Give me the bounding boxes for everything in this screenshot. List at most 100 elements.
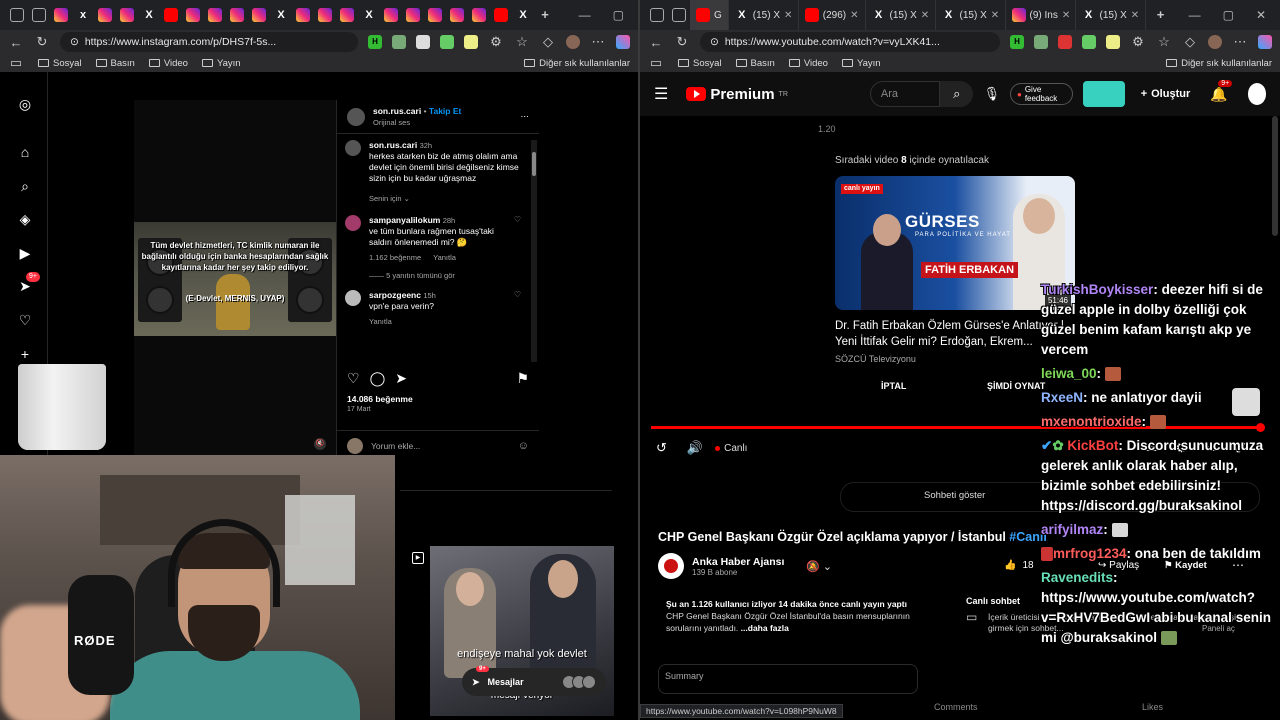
favorites-icon[interactable]: ☆ (514, 34, 530, 50)
tab-list-icon[interactable] (32, 8, 46, 22)
other-favorites[interactable]: Diğer sık kullanılanlar (1166, 58, 1272, 69)
bookmark-folder[interactable]: Sosyal (38, 58, 82, 69)
mute-icon[interactable]: 🔇 (314, 438, 326, 450)
bookmark-folder[interactable]: Yayın (201, 58, 241, 69)
extension-icon[interactable] (1058, 35, 1072, 49)
avatar[interactable] (345, 140, 361, 156)
save-bookmark-icon[interactable]: ⚑ (516, 370, 529, 387)
tab-instagram-active[interactable] (54, 8, 68, 22)
tab-instagram[interactable] (340, 8, 354, 22)
tab-x-logo-icon[interactable]: X (274, 8, 288, 22)
url-field[interactable]: ⊙ https://www.youtube.com/watch?v=vyLXK4… (700, 32, 1000, 52)
next-video-thumbnail[interactable]: canlı yayın GÜRSES PARA POLİTİKA VE HAYA… (835, 176, 1075, 310)
channel-name[interactable]: Anka Haber Ajansı (692, 556, 784, 568)
bookmark-folder[interactable]: Yayın (841, 58, 881, 69)
back-icon[interactable]: ← (8, 35, 24, 50)
microphone-icon[interactable]: 🎙 (983, 86, 1000, 102)
live-indicator[interactable]: Canlı (715, 443, 747, 454)
replay-icon[interactable]: ↺ (656, 440, 667, 456)
search-icon[interactable]: ⌕ (17, 178, 33, 194)
tab-instagram[interactable] (318, 8, 332, 22)
url-field[interactable]: ⊙ https://www.instagram.com/p/DHS7f-5s..… (60, 32, 358, 52)
more-options-icon[interactable]: ⋯ (521, 111, 530, 122)
show-more-link[interactable]: ...daha fazla (741, 623, 789, 633)
likes-label[interactable]: Likes (1142, 702, 1163, 712)
comment-username[interactable]: son.rus.cari (369, 140, 417, 150)
extension-icon[interactable] (1106, 35, 1120, 49)
page-scrollbar[interactable] (1272, 116, 1278, 236)
extensions-puzzle-icon[interactable]: ⚙ (488, 34, 504, 50)
close-icon[interactable]: ✕ (784, 10, 792, 21)
like-button[interactable]: 👍 18 (1004, 560, 1034, 571)
bookmark-folder[interactable]: Basın (735, 58, 775, 69)
give-feedback-button[interactable]: ● Give feedback (1009, 83, 1074, 105)
avatar[interactable] (1247, 83, 1266, 105)
maximize-icon[interactable]: ▢ (613, 8, 624, 22)
cancel-autoplay-button[interactable]: İPTAL (881, 381, 906, 391)
like-heart-icon[interactable]: ♡ (514, 215, 521, 263)
extension-icon[interactable] (464, 35, 478, 49)
site-info-icon[interactable]: ⊙ (710, 36, 719, 48)
tab-actions-icon[interactable] (10, 8, 24, 22)
home-icon[interactable]: ⌂ (17, 144, 33, 160)
tab-instagram[interactable] (384, 8, 398, 22)
refresh-icon[interactable]: ↻ (34, 34, 50, 50)
close-icon[interactable]: ✕ (991, 10, 999, 21)
tab-instagram[interactable] (120, 8, 134, 22)
search-icon[interactable]: ⌕ (940, 81, 974, 107)
summary-box[interactable]: Summary (658, 664, 918, 694)
bookmark-folder[interactable]: Basın (95, 58, 135, 69)
extension-icon[interactable]: H (368, 35, 382, 49)
extension-icon[interactable]: H (1010, 35, 1024, 49)
subscription-bell-button[interactable]: 🔕 ⌄ (806, 560, 832, 573)
comment-icon[interactable]: ◯ (370, 370, 386, 387)
back-icon[interactable]: ← (648, 35, 664, 50)
tab-actions-icon[interactable] (650, 8, 664, 22)
sidebar-toggle-icon[interactable]: ▭ (8, 55, 24, 71)
tab-x[interactable]: X (15) X ✕ (936, 0, 1006, 30)
comment-username[interactable]: sampanyalilokum (369, 215, 440, 225)
profile-avatar[interactable] (1208, 35, 1222, 49)
tab-youtube[interactable]: (296) ✕ (799, 0, 866, 30)
close-icon[interactable]: ✕ (850, 10, 858, 21)
new-tab-icon[interactable]: + (538, 8, 552, 22)
tab-instagram[interactable] (428, 8, 442, 22)
tab-x[interactable]: X (15) X ✕ (1076, 0, 1146, 30)
emoji-icon[interactable]: ☺ (518, 440, 529, 452)
comments-scrollbar[interactable] (531, 140, 537, 362)
shield-icon[interactable]: ◇ (1182, 34, 1198, 50)
more-options-icon[interactable]: ⋯ (590, 34, 606, 50)
tab-instagram[interactable] (186, 8, 200, 22)
extension-icon[interactable] (416, 35, 430, 49)
tab-x-logo-icon[interactable]: X (362, 8, 376, 22)
favorites-icon[interactable]: ☆ (1156, 34, 1172, 50)
reply-button[interactable]: Yanıtla (433, 252, 456, 263)
instagram-logo-icon[interactable]: ◎ (17, 96, 33, 112)
close-icon[interactable]: ✕ (1131, 10, 1139, 21)
maximize-icon[interactable]: ▢ (1223, 8, 1234, 22)
for-you-dropdown[interactable]: Senin için ⌄ (369, 194, 521, 203)
tab-instagram[interactable] (472, 8, 486, 22)
extension-icon[interactable] (1034, 35, 1048, 49)
tab-instagram[interactable] (252, 8, 266, 22)
extensions-puzzle-icon[interactable]: ⚙ (1130, 34, 1146, 50)
more-options-icon[interactable]: ⋯ (1232, 34, 1248, 50)
tab-youtube-active[interactable]: G (690, 0, 729, 30)
extension-icon[interactable] (392, 35, 406, 49)
profile-avatar[interactable] (566, 35, 580, 49)
avatar[interactable] (345, 290, 361, 306)
hamburger-menu-icon[interactable]: ☰ (654, 84, 668, 104)
tab-instagram[interactable] (230, 8, 244, 22)
create-button[interactable]: + Oluştur (1141, 88, 1191, 100)
tab-instagram[interactable] (98, 8, 112, 22)
youtube-premium-logo[interactable]: Premium TR (686, 86, 788, 103)
tab-instagram[interactable] (406, 8, 420, 22)
tab-x-logo-icon[interactable]: X (516, 8, 530, 22)
view-replies[interactable]: —— 5 yanıtın tümünü gör (369, 271, 521, 280)
comment-likes[interactable]: 1.162 beğenme (369, 252, 421, 263)
comments-label[interactable]: Comments (934, 702, 978, 712)
sidebar-toggle-icon[interactable]: ▭ (648, 55, 664, 71)
tab-instagram[interactable] (296, 8, 310, 22)
create-icon[interactable]: + (17, 346, 33, 362)
messages-icon[interactable]: ➤ 9+ (17, 272, 40, 294)
